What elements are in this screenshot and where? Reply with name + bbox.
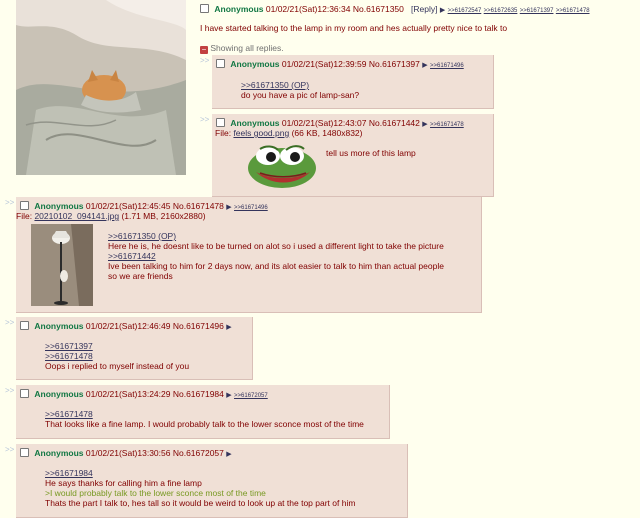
poster-name: Anonymous — [214, 4, 264, 14]
backlink[interactable]: >>61671478 — [556, 8, 590, 14]
op-header: Anonymous 01/02/21(Sat)12:36:34 No.61671… — [200, 4, 590, 16]
post-date: 01/02/21(Sat)12:45:45 — [85, 201, 171, 211]
post-menu-arrow-icon[interactable]: ▶ — [422, 62, 427, 69]
poster-name: Anonymous — [34, 389, 84, 399]
post-menu-arrow-icon[interactable]: ▶ — [226, 451, 231, 458]
reply-side-arrows: >> — [5, 198, 15, 207]
poster-name: Anonymous — [34, 448, 84, 458]
reply-header: Anonymous 01/02/21(Sat)13:30:56 No.61672… — [20, 448, 232, 460]
post-date: 01/02/21(Sat)12:39:59 — [281, 59, 367, 69]
post-menu-arrow-icon[interactable]: ▶ — [226, 204, 231, 211]
file-label: File: — [215, 128, 232, 138]
select-checkbox[interactable] — [20, 321, 29, 330]
post-number[interactable]: No.61671478 — [173, 201, 224, 211]
file-link[interactable]: feels good.png — [233, 128, 289, 138]
quote-link[interactable]: >>61671478 — [45, 351, 93, 361]
lamp-thumbnail[interactable] — [31, 224, 93, 306]
file-meta: (1.71 MB, 2160x2880) — [121, 211, 206, 221]
select-checkbox[interactable] — [20, 448, 29, 457]
reply-post-61671442: Anonymous 01/02/21(Sat)12:43:07 No.61671… — [212, 114, 494, 197]
cat-in-bed-image — [16, 0, 186, 175]
post-number[interactable]: No.61671496 — [173, 321, 224, 331]
poster-name: Anonymous — [34, 201, 84, 211]
post-date: 01/02/21(Sat)12:36:34 — [265, 4, 351, 14]
select-checkbox[interactable] — [216, 118, 225, 127]
reply-side-arrows: >> — [200, 115, 210, 124]
post-number[interactable]: No.61671397 — [369, 59, 420, 69]
collapse-icon[interactable]: − — [200, 46, 208, 54]
quote-link[interactable]: >>61671350 (OP) — [108, 231, 176, 241]
post-menu-arrow-icon[interactable]: ▶ — [440, 7, 445, 14]
file-meta: (66 KB, 1480x832) — [291, 128, 363, 138]
backlink[interactable]: >>61672547 — [448, 8, 482, 14]
post-date: 01/02/21(Sat)13:24:29 — [85, 389, 171, 399]
backlink[interactable]: >>61672057 — [234, 393, 268, 399]
poster-name: Anonymous — [34, 321, 84, 331]
poster-name: Anonymous — [230, 59, 280, 69]
reply-post-61671478: Anonymous 01/02/21(Sat)12:45:45 No.61671… — [16, 197, 482, 313]
poster-name: Anonymous — [230, 118, 280, 128]
showing-replies-toggle[interactable]: − Showing all replies. — [200, 43, 284, 54]
post-text: Here he is, he doesnt like to be turned … — [108, 241, 444, 251]
post-text: Oops i replied to myself instead of you — [45, 361, 190, 371]
post-text: tell us more of this lamp — [326, 148, 416, 158]
reply-post-61672057: Anonymous 01/02/21(Sat)13:30:56 No.61672… — [16, 444, 408, 518]
op-comment: I have started talking to the lamp in my… — [200, 23, 508, 33]
reply-post-61671984: Anonymous 01/02/21(Sat)13:24:29 No.61671… — [16, 385, 390, 439]
greentext-line: >I would probably talk to the lower scon… — [45, 488, 266, 498]
post-date: 01/02/21(Sat)13:30:56 — [85, 448, 171, 458]
post-text: do you have a pic of lamp-san? — [241, 90, 360, 100]
backlink[interactable]: >>61671496 — [234, 205, 268, 211]
backlink[interactable]: >>61671397 — [520, 8, 554, 14]
file-info: File: feels good.png (66 KB, 1480x832) — [215, 128, 362, 138]
reply-side-arrows: >> — [5, 318, 15, 327]
post-text: so we are friends — [108, 271, 173, 281]
reply-side-arrows: >> — [200, 56, 210, 65]
quote-link[interactable]: >>61671397 — [45, 341, 93, 351]
pepe-frog-image — [248, 145, 316, 188]
file-link[interactable]: 20210102_094141.jpg — [34, 211, 119, 221]
post-number[interactable]: No.61671984 — [173, 389, 224, 399]
backlink[interactable]: >>61672635 — [484, 8, 518, 14]
backlink[interactable]: >>61671478 — [430, 122, 464, 128]
op-select-checkbox[interactable] — [200, 4, 209, 13]
post-number[interactable]: No.61672057 — [173, 448, 224, 458]
select-checkbox[interactable] — [216, 59, 225, 68]
file-label: File: — [16, 211, 33, 221]
reply-side-arrows: >> — [5, 445, 15, 454]
post-menu-arrow-icon[interactable]: ▶ — [422, 121, 427, 128]
quote-link[interactable]: >>61671350 (OP) — [241, 80, 309, 90]
backlink[interactable]: >>61671496 — [430, 63, 464, 69]
showing-replies-label: Showing all replies. — [210, 43, 284, 53]
post-menu-arrow-icon[interactable]: ▶ — [226, 392, 231, 399]
reply-link[interactable]: [Reply] — [411, 4, 437, 14]
post-text: Thats the part I talk to, hes tall so it… — [45, 498, 356, 508]
post-number[interactable]: No.61671350 — [353, 4, 404, 14]
select-checkbox[interactable] — [20, 389, 29, 398]
post-date: 01/02/21(Sat)12:43:07 — [281, 118, 367, 128]
reply-header: Anonymous 01/02/21(Sat)12:39:59 No.61671… — [216, 59, 464, 71]
post-menu-arrow-icon[interactable]: ▶ — [226, 324, 231, 331]
quote-link[interactable]: >>61671984 — [45, 468, 93, 478]
post-date: 01/02/21(Sat)12:46:49 — [85, 321, 171, 331]
pepe-thumbnail[interactable] — [246, 142, 318, 190]
floor-lamp-image — [31, 224, 93, 306]
post-number[interactable]: No.61671442 — [369, 118, 420, 128]
select-checkbox[interactable] — [20, 201, 29, 210]
post-text: Ive been talking to him for 2 days now, … — [108, 261, 444, 271]
reply-side-arrows: >> — [5, 386, 15, 395]
reply-post-61671397: Anonymous 01/02/21(Sat)12:39:59 No.61671… — [212, 55, 494, 109]
reply-post-61671496: Anonymous 01/02/21(Sat)12:46:49 No.61671… — [16, 317, 253, 380]
reply-header: Anonymous 01/02/21(Sat)12:46:49 No.61671… — [20, 321, 232, 333]
post-text: That looks like a fine lamp. I would pro… — [45, 419, 364, 429]
post-text: He says thanks for calling him a fine la… — [45, 478, 202, 488]
reply-header: Anonymous 01/02/21(Sat)13:24:29 No.61671… — [20, 389, 268, 401]
op-thumbnail[interactable] — [16, 0, 186, 175]
quote-link[interactable]: >>61671478 — [45, 409, 93, 419]
file-info: File: 20210102_094141.jpg (1.71 MB, 2160… — [16, 211, 206, 221]
quote-link[interactable]: >>61671442 — [108, 251, 156, 261]
